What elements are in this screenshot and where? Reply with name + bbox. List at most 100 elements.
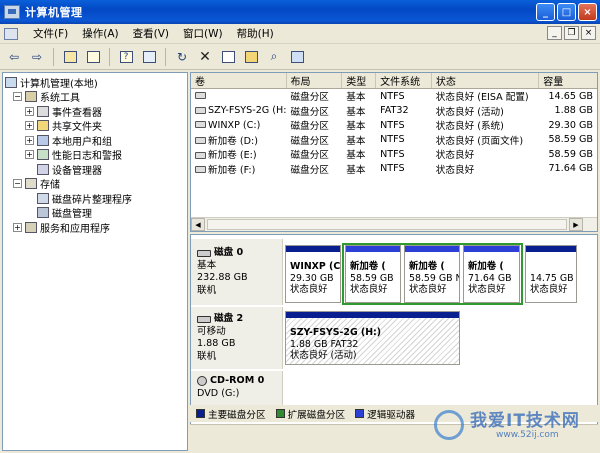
delete-icon[interactable]: ✕	[195, 47, 215, 67]
forward-icon[interactable]: ⇨	[27, 47, 47, 67]
drive-icon	[195, 166, 206, 174]
tree-item-system-tools[interactable]: − 系统工具	[5, 90, 185, 104]
column-header-volume[interactable]: 卷	[191, 73, 287, 88]
menu-view[interactable]: 查看(V)	[126, 26, 176, 41]
collapse-toggle[interactable]: −	[13, 92, 22, 102]
properties-sheet-icon[interactable]	[218, 47, 238, 67]
hard-disk-icon	[197, 249, 211, 257]
users-icon	[37, 134, 49, 146]
tree-item-services-apps[interactable]: + 服务和应用程序	[5, 220, 185, 235]
tree-item-device-manager[interactable]: 设备管理器	[5, 162, 185, 177]
table-row[interactable]: 磁盘分区 基本 NTFS 状态良好 (EISA 配置) 14.65 GB	[191, 89, 597, 104]
volume-list-header: 卷 布局 类型 文件系统 状态 容量	[191, 73, 597, 89]
table-row[interactable]: SZY-FSYS-2G (H:) 磁盘分区 基本 FAT32 状态良好 (活动)…	[191, 104, 597, 119]
table-row[interactable]: 新加卷 (E:) 磁盘分区 基本 NTFS 状态良好 58.59 GB	[191, 147, 597, 162]
column-header-capacity[interactable]: 容量	[539, 73, 597, 88]
back-icon[interactable]: ⇦	[4, 47, 24, 67]
disk-management-icon	[37, 207, 49, 219]
expand-toggle[interactable]: +	[13, 222, 22, 232]
child-restore-button[interactable]: ❐	[564, 26, 579, 40]
volume-list: 卷 布局 类型 文件系统 状态 容量 磁盘分区 基本 NTFS 状态良好 (EI…	[190, 72, 598, 232]
tree-item-local-users[interactable]: + 本地用户和组	[5, 133, 185, 148]
search-icon[interactable]: ⌕	[264, 47, 284, 67]
tree-item-defragmenter[interactable]: 磁盘碎片整理程序	[5, 191, 185, 206]
menu-action[interactable]: 操作(A)	[75, 26, 125, 41]
drive-icon	[195, 92, 206, 100]
disk-0-label[interactable]: 磁盘 0 基本 232.88 GB 联机	[197, 247, 279, 297]
console-tree: 计算机管理(本地) − 系统工具 + 事件查看器 + 共享文件夹 + 本地用户和…	[2, 72, 188, 451]
scroll-right-icon[interactable]: ▶	[569, 218, 583, 231]
properties-icon[interactable]	[139, 47, 159, 67]
performance-icon	[37, 149, 49, 161]
drive-icon	[195, 121, 206, 129]
disk-view-icon[interactable]	[287, 47, 307, 67]
column-header-status[interactable]: 状态	[432, 73, 540, 88]
mmc-document-icon[interactable]	[4, 27, 18, 40]
column-header-type[interactable]: 类型	[342, 73, 377, 88]
drive-icon	[195, 137, 206, 145]
tree-item-computer-management[interactable]: 计算机管理(本地)	[5, 75, 185, 90]
column-header-layout[interactable]: 布局	[287, 73, 343, 88]
expand-toggle[interactable]: +	[25, 150, 34, 160]
menu-file[interactable]: 文件(F)	[26, 26, 75, 41]
computer-management-icon	[4, 5, 20, 19]
open-folder-icon[interactable]	[241, 47, 261, 67]
collapse-toggle[interactable]: −	[13, 179, 22, 189]
scroll-thumb[interactable]	[207, 219, 567, 230]
show-hide-tree-icon[interactable]	[83, 47, 103, 67]
disk-0-row: 磁盘 0 基本 232.88 GB 联机 WINXP (C:) 29.30 GB…	[191, 239, 597, 305]
horizontal-scrollbar[interactable]: ◀ ▶	[191, 217, 597, 231]
partition-e[interactable]: 新加卷 ( 58.59 GB N 状态良好	[404, 245, 460, 303]
storage-icon	[25, 178, 37, 190]
tree-item-performance-logs[interactable]: + 性能日志和警报	[5, 148, 185, 162]
tree-item-event-viewer[interactable]: + 事件查看器	[5, 104, 185, 119]
menu-bar: 文件(F) 操作(A) 查看(V) 窗口(W) 帮助(H) _ ❐ ×	[0, 24, 600, 44]
maximize-button[interactable]: □	[557, 3, 576, 21]
defrag-icon	[37, 192, 49, 204]
title-bar[interactable]: 计算机管理 _ □ ×	[0, 0, 600, 24]
legend-logical: 逻辑驱动器	[355, 407, 415, 421]
table-row[interactable]: 新加卷 (F:) 磁盘分区 基本 NTFS 状态良好 71.64 GB	[191, 162, 597, 177]
table-row[interactable]: WINXP (C:) 磁盘分区 基本 NTFS 状态良好 (系统) 29.30 …	[191, 118, 597, 133]
legend-extended: 扩展磁盘分区	[275, 407, 345, 421]
refresh-icon[interactable]: ↻	[172, 47, 192, 67]
tools-icon	[25, 91, 37, 103]
drive-icon	[195, 106, 206, 114]
partition-h[interactable]: SZY-FSYS-2G (H:) 1.88 GB FAT32 状态良好 (活动)	[285, 311, 460, 365]
help-icon[interactable]: ?	[116, 47, 136, 67]
disk-2-row: 磁盘 2 可移动 1.88 GB 联机 SZY-FSYS-2G (H:) 1.8…	[191, 307, 597, 369]
child-minimize-button[interactable]: _	[547, 26, 562, 40]
window-title: 计算机管理	[25, 6, 83, 19]
scroll-left-icon[interactable]: ◀	[191, 218, 205, 231]
close-button[interactable]: ×	[578, 3, 597, 21]
shared-folder-icon	[37, 120, 49, 132]
table-row[interactable]: 新加卷 (D:) 磁盘分区 基本 NTFS 状态良好 (页面文件) 58.59 …	[191, 133, 597, 148]
child-close-button[interactable]: ×	[581, 26, 596, 40]
removable-disk-icon	[197, 315, 211, 323]
cdrom-label[interactable]: CD-ROM 0 DVD (G:)	[197, 375, 279, 400]
column-header-filesystem[interactable]: 文件系统	[376, 73, 432, 88]
drive-icon	[195, 151, 206, 159]
partition-c[interactable]: WINXP (C:) 29.30 GB 状态良好	[285, 245, 341, 303]
services-icon	[25, 221, 37, 233]
computer-icon	[5, 76, 17, 88]
toolbar: ⇦ ⇨ ? ↻ ✕ ⌕	[0, 44, 600, 70]
minimize-button[interactable]: _	[536, 3, 555, 21]
expand-toggle[interactable]: +	[25, 106, 34, 116]
tree-item-storage[interactable]: − 存储	[5, 177, 185, 191]
menu-help[interactable]: 帮助(H)	[230, 26, 281, 41]
partition-d[interactable]: 新加卷 ( 58.59 GB 状态良好	[345, 245, 401, 303]
expand-toggle[interactable]: +	[25, 135, 34, 145]
watermark-logo-icon	[434, 410, 464, 440]
legend-primary: 主要磁盘分区	[196, 407, 266, 421]
up-folder-icon[interactable]	[60, 47, 80, 67]
tree-item-shared-folders[interactable]: + 共享文件夹	[5, 119, 185, 133]
expand-toggle[interactable]: +	[25, 121, 34, 131]
cd-icon	[197, 376, 207, 387]
partition-unlabeled[interactable]: 14.75 GB 状态良好	[525, 245, 577, 303]
disk-2-label[interactable]: 磁盘 2 可移动 1.88 GB 联机	[197, 313, 279, 363]
site-watermark: 我爱IT技术网 www.52ij.com	[434, 400, 594, 448]
menu-window[interactable]: 窗口(W)	[176, 26, 230, 41]
partition-f[interactable]: 新加卷 ( 71.64 GB 状态良好	[463, 245, 520, 303]
tree-item-disk-management[interactable]: 磁盘管理	[5, 206, 185, 220]
